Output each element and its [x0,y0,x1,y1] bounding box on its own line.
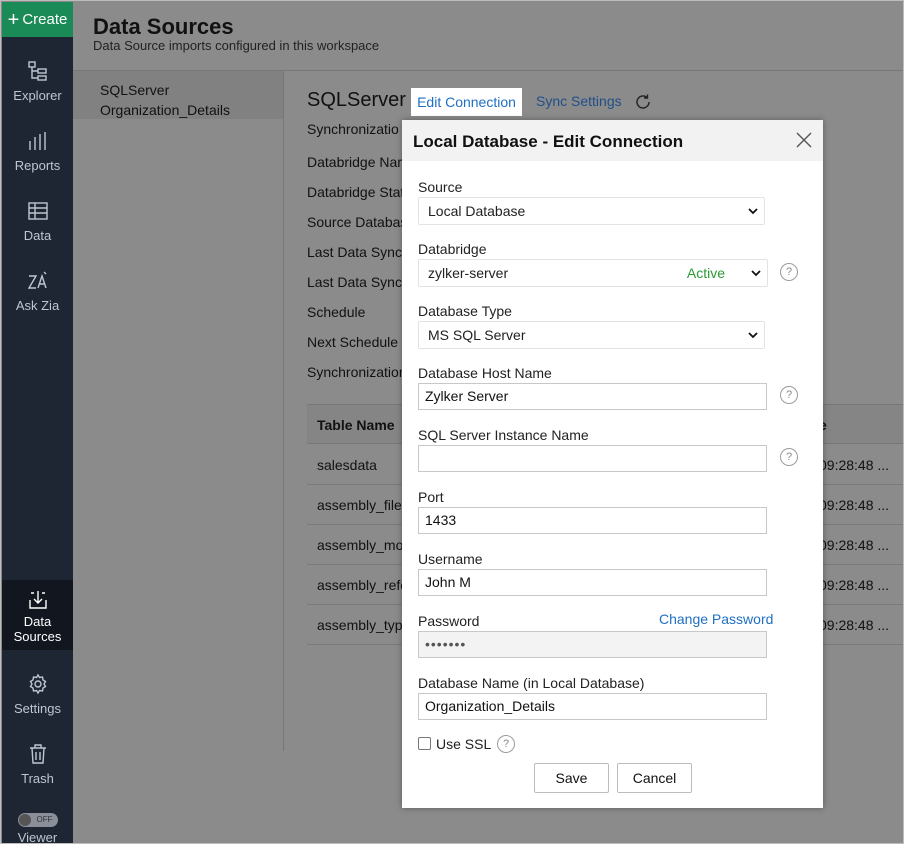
viewer-label: Viewer [17,830,58,844]
detail-field: Last Data Sync S [307,244,416,260]
reports-icon [26,129,50,153]
plus-icon: + [7,8,20,31]
help-icon[interactable]: ? [780,263,798,281]
host-label: Database Host Name [418,365,552,381]
ask-zia-icon [26,269,50,293]
trash-icon [26,742,50,766]
db-name-label: Database Name (in Local Database) [418,675,645,691]
source-list: SQLServer Organization_Details [73,71,284,843]
use-ssl-label: Use SSL [436,736,492,752]
page-title: Data Sources [93,14,234,39]
help-icon[interactable]: ? [780,386,798,404]
dialog-title: Local Database - Edit Connection [413,132,684,151]
rail-item-ask-zia[interactable]: Ask Zia [2,255,73,321]
port-input[interactable]: 1433 [418,507,767,534]
port-label: Port [418,489,444,505]
table-cell: assembly_type [317,617,411,633]
help-icon[interactable]: ? [780,448,798,466]
detail-field: Databridge Nam [307,154,409,170]
detail-field: Last Data Sync T [307,274,415,290]
rail-item-label: Ask Zia [15,298,60,313]
db-type-select[interactable]: MS SQL Server [418,321,765,349]
rail-item-settings[interactable]: Settings [2,658,73,724]
detail-field: Next Schedule T [307,334,411,350]
explorer-icon [26,59,50,83]
username-input[interactable]: John M [418,569,767,596]
rail-item-label: Data [23,228,52,243]
app-window: + Create Explorer Reports Data Ask Zia D… [0,0,904,844]
save-button[interactable]: Save [534,763,609,793]
source-subname: Organization_Details [100,102,230,118]
rail-item-data[interactable]: Data [2,185,73,251]
detail-field: Source Databas [307,214,408,230]
rail-item-label: Settings [14,701,61,716]
table-cell: assembly_files [317,497,409,513]
cancel-button[interactable]: Cancel [617,763,692,793]
source-name: SQLServer [100,82,170,98]
table-cell: 09:28:48 ... [819,537,890,553]
table-cell: 09:28:48 ... [819,497,890,513]
viewer-toggle-block: OFF Viewer [2,810,73,844]
tab-sync-settings[interactable]: Sync Settings [536,93,622,109]
change-password-link[interactable]: Change Password [659,611,773,627]
table-cell: assembly_mod [317,537,412,553]
create-button[interactable]: + Create [2,2,73,37]
detail-field: Synchronization [307,364,407,380]
databridge-select[interactable]: zylker-server Active [418,259,768,287]
rail-item-label: Explorer [13,88,62,103]
data-icon [26,199,50,223]
refresh-icon[interactable] [634,93,652,111]
table-cell: 09:28:48 ... [819,617,890,633]
detail-field: Synchronizatio [307,121,399,137]
edit-connection-dialog: Local Database - Edit Connection Source … [402,120,823,808]
rail-item-reports[interactable]: Reports [2,115,73,181]
source-select[interactable]: Local Database [418,197,765,225]
source-list-item[interactable]: SQLServer Organization_Details [73,71,284,119]
left-rail: + Create Explorer Reports Data Ask Zia D… [2,2,73,844]
data-sources-icon [26,588,50,612]
page-subtitle: Data Source imports configured in this w… [93,38,380,53]
host-input[interactable]: Zylker Server [418,383,767,410]
detail-field: Schedule [307,304,366,320]
viewer-toggle[interactable]: OFF [17,813,58,827]
create-label: Create [22,11,68,28]
detail-field: Databridge Stat [307,184,405,200]
table-cell: salesdata [317,457,377,473]
password-input[interactable]: ••••••• [418,631,767,658]
rail-item-explorer[interactable]: Explorer [2,45,73,111]
table-cell: 09:28:48 ... [819,457,890,473]
rail-item-label: Data Sources [13,614,62,644]
use-ssl-checkbox[interactable] [418,737,431,750]
rail-item-data-sources[interactable]: Data Sources [2,580,73,650]
source-value: Local Database [428,203,526,219]
dialog-header: Local Database - Edit Connection [402,120,823,161]
chevron-down-icon [748,208,758,215]
db-type-label: Database Type [418,303,512,319]
help-icon[interactable]: ? [497,735,515,753]
gear-icon [26,672,50,696]
databridge-value: zylker-server [428,265,509,281]
instance-label: SQL Server Instance Name [418,427,589,443]
close-icon[interactable] [795,131,813,149]
tab-edit-connection[interactable]: Edit Connection [411,88,522,116]
db-type-value: MS SQL Server [428,327,526,343]
rail-item-label: Reports [14,158,61,173]
databridge-status: Active [686,265,725,281]
column-header-table-name: Table Name [317,417,395,433]
chevron-down-icon [751,270,761,277]
username-label: Username [418,551,483,567]
db-name-input[interactable]: Organization_Details [418,693,767,720]
detail-title: SQLServer [307,89,406,111]
table-cell: 09:28:48 ... [819,577,890,593]
rail-item-trash[interactable]: Trash [2,728,73,794]
table-cell: assembly_refe [317,577,409,593]
source-label: Source [418,179,463,195]
instance-input[interactable] [418,445,767,472]
password-label: Password [418,613,480,629]
chevron-down-icon [748,332,758,339]
databridge-label: Databridge [418,241,487,257]
rail-item-label: Trash [21,771,54,786]
